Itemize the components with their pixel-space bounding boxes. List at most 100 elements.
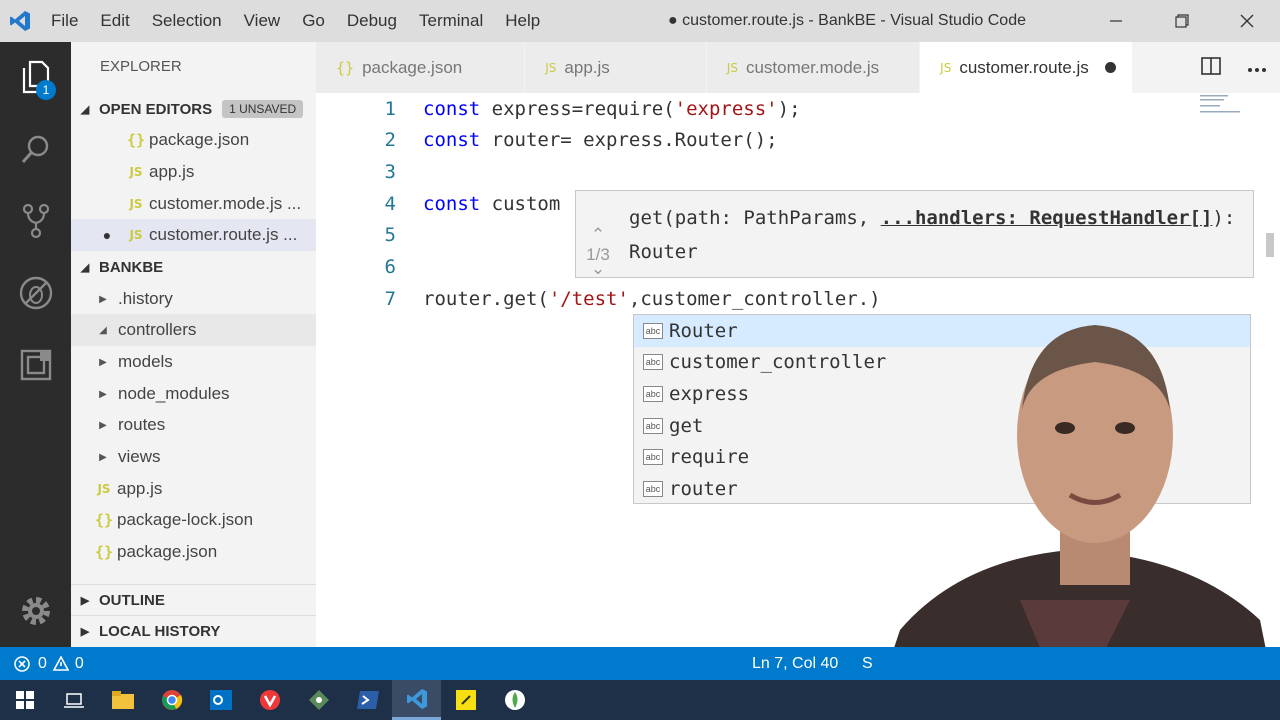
file-item[interactable]: JS app.js [71, 473, 316, 505]
windows-start-icon[interactable] [0, 680, 49, 720]
js-file-icon: JS [129, 228, 143, 242]
unsaved-dot-icon[interactable]: ● [99, 227, 115, 243]
open-editor-item-active[interactable]: ● JS customer.route.js ... [71, 219, 316, 251]
outline-header[interactable]: ▶ OUTLINE [71, 584, 316, 616]
text-kind-icon: abc [643, 417, 663, 434]
git-tool-icon[interactable] [294, 680, 343, 720]
folder-collapsed-icon: ▶ [99, 419, 107, 431]
text-kind-icon: abc [643, 385, 663, 402]
minimap[interactable] [1200, 93, 1260, 113]
outlook-icon[interactable] [196, 680, 245, 720]
tab-customer-mode-js[interactable]: JS customer.mode.js [706, 42, 921, 93]
open-editor-item[interactable]: JS customer.mode.js ... [71, 188, 316, 220]
code-token: custom [480, 193, 561, 215]
tab-app-js[interactable]: JS app.js [525, 42, 707, 93]
file-item[interactable]: {} package.json [71, 536, 316, 568]
source-control-icon[interactable] [0, 186, 71, 256]
project-label: BANKBE [99, 258, 164, 276]
file-item[interactable]: {} package-lock.json [71, 504, 316, 536]
folder-item[interactable]: ▶ .history [71, 283, 316, 315]
menu-debug[interactable]: Debug [336, 0, 408, 42]
open-editor-label: app.js [149, 162, 195, 181]
chrome-icon[interactable] [147, 680, 196, 720]
code-token: router= express.Router(); [480, 129, 778, 151]
outline-label: OUTLINE [99, 592, 165, 609]
more-actions-icon[interactable] [1247, 58, 1267, 77]
code-line[interactable]: router.get('/test',customer_controller.) [423, 288, 881, 310]
file-explorer-icon[interactable] [98, 680, 147, 720]
split-editor-icon[interactable] [1201, 56, 1221, 79]
open-editor-item[interactable]: {} package.json [71, 124, 316, 156]
explorer-icon[interactable]: 1 [0, 42, 71, 112]
js-file-icon: JS [940, 60, 952, 75]
debug-icon[interactable] [0, 258, 71, 328]
activity-bar: 1 [0, 42, 71, 647]
open-editor-item[interactable]: JS app.js [71, 156, 316, 188]
folder-item[interactable]: ▶ node_modules [71, 378, 316, 410]
sticky-notes-icon[interactable] [441, 680, 490, 720]
menu-help[interactable]: Help [494, 0, 551, 42]
menu-edit[interactable]: Edit [89, 0, 140, 42]
windows-taskbar [0, 680, 1280, 720]
close-button[interactable] [1214, 0, 1280, 42]
tab-package-json[interactable]: {} package.json [316, 42, 526, 93]
folder-item[interactable]: ▶ models [71, 346, 316, 378]
folder-collapsed-icon: ▶ [99, 293, 107, 305]
folder-expanded-icon: ◢ [99, 324, 107, 336]
signature-text: get(path: PathParams, ...handlers: Reque… [629, 201, 1249, 269]
menu-bar: File Edit Selection View Go Debug Termin… [40, 0, 551, 42]
search-icon[interactable] [0, 114, 71, 184]
open-editor-label: customer.route.js ... [149, 225, 298, 244]
chevron-up-icon[interactable]: ⌃ [576, 191, 620, 245]
expand-triangle-icon: ▶ [80, 626, 90, 638]
menu-selection[interactable]: Selection [141, 0, 233, 42]
keyword-token: const [423, 193, 481, 215]
suggestion-label: express [669, 382, 750, 405]
local-history-header[interactable]: ▶ LOCAL HISTORY [71, 615, 316, 647]
open-editors-header[interactable]: ◢ OPEN EDITORS 1 UNSAVED [71, 93, 316, 125]
code-line[interactable]: const router= express.Router(); [423, 129, 778, 151]
tab-customer-route-js[interactable]: JS customer.route.js [920, 42, 1133, 93]
tab-label: package.json [362, 57, 463, 77]
chevron-down-icon[interactable]: ⌄ [576, 259, 620, 279]
collapse-triangle-icon: ◢ [80, 261, 90, 274]
menu-file[interactable]: File [40, 0, 89, 42]
warning-count: 0 [74, 655, 84, 672]
unsaved-dot-icon[interactable] [1104, 62, 1116, 73]
folder-item[interactable]: ◢ controllers [71, 314, 316, 346]
tab-label: customer.route.js [959, 57, 1089, 77]
text-kind-icon: abc [643, 322, 663, 339]
vivaldi-icon[interactable] [245, 680, 294, 720]
suggestion-label: get [669, 414, 704, 437]
code-token: router.get( [423, 288, 549, 310]
task-view-icon[interactable] [49, 680, 98, 720]
code-line[interactable]: const express=require('express'); [423, 98, 801, 120]
line-number: 6 [384, 256, 396, 278]
folder-label: routes [118, 415, 166, 434]
folder-item[interactable]: ▶ views [71, 441, 316, 473]
minimize-button[interactable] [1083, 0, 1149, 42]
menu-view[interactable]: View [233, 0, 292, 42]
error-icon [14, 655, 30, 672]
indentation-status[interactable]: S [862, 647, 873, 680]
code-line[interactable]: const custom [423, 193, 560, 215]
menu-go[interactable]: Go [291, 0, 336, 42]
extensions-icon[interactable] [0, 330, 71, 400]
cursor-position[interactable]: Ln 7, Col 40 [752, 647, 838, 680]
mongodb-icon[interactable] [490, 680, 539, 720]
vertical-scrollbar[interactable] [1266, 233, 1274, 257]
suggestion-label: require [669, 446, 750, 469]
folder-label: models [118, 352, 173, 371]
project-header[interactable]: ◢ BANKBE [71, 251, 316, 283]
local-history-label: LOCAL HISTORY [99, 623, 221, 640]
problems-indicator[interactable]: 0 0 [14, 647, 84, 680]
settings-gear-icon[interactable] [0, 576, 71, 646]
js-file-icon: JS [726, 60, 738, 75]
powershell-icon[interactable] [343, 680, 392, 720]
restore-button[interactable] [1149, 0, 1215, 42]
unsaved-badge: 1 UNSAVED [222, 100, 304, 118]
vscode-taskbar-icon[interactable] [392, 680, 441, 720]
active-parameter: ...handlers: RequestHandler[] [880, 207, 1213, 229]
menu-terminal[interactable]: Terminal [408, 0, 494, 42]
folder-item[interactable]: ▶ routes [71, 409, 316, 441]
